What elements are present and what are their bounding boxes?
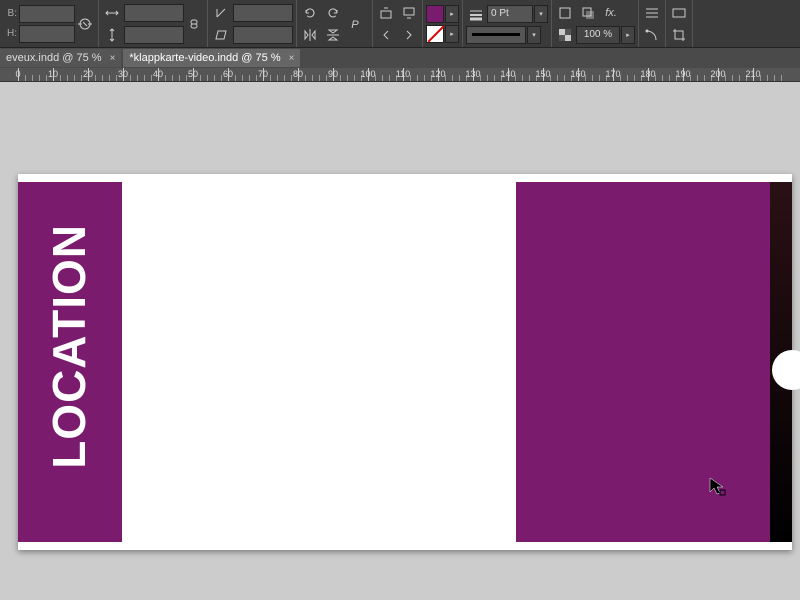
stroke-weight-icon [466, 4, 486, 24]
corner-options-icon[interactable] [642, 25, 662, 45]
document-tab[interactable]: eveux.indd @ 75 % × [0, 49, 121, 67]
ruler-tick-label: 70 [258, 69, 268, 79]
fill-dropdown[interactable]: ▸ [445, 5, 459, 23]
ruler-tick-label: 210 [745, 69, 760, 79]
ruler-tick-label: 50 [188, 69, 198, 79]
constrain-scale-icon[interactable] [184, 14, 204, 34]
height-label: H: [3, 28, 17, 39]
width-input[interactable] [19, 5, 75, 23]
ruler-tick-label: 130 [465, 69, 480, 79]
tab-label: *klappkarte-video.indd @ 75 % [129, 52, 280, 64]
ruler-tick-label: 10 [48, 69, 58, 79]
select-content-icon[interactable] [399, 3, 419, 23]
ruler-tick-label: 110 [396, 69, 410, 79]
shear-input[interactable] [233, 26, 293, 44]
ruler-tick-label: 40 [153, 69, 163, 79]
sidebar-title: LOCATION [42, 224, 96, 469]
width-label: B: [3, 8, 17, 19]
opacity-dropdown[interactable]: ▸ [621, 26, 635, 44]
ruler-tick-label: 140 [500, 69, 515, 79]
content-panel-right[interactable] [516, 182, 778, 542]
stroke-weight-input[interactable] [487, 5, 533, 23]
scale-x-icon [102, 3, 122, 23]
stroke-swatch-none[interactable] [426, 25, 444, 43]
text-wrap-icon[interactable] [642, 3, 662, 23]
svg-text:P: P [351, 19, 359, 31]
select-container-icon[interactable] [376, 3, 396, 23]
ruler-tick-label: 30 [118, 69, 128, 79]
sidebar-panel[interactable]: LOCATION [18, 182, 122, 542]
stroke-style-preview[interactable] [466, 26, 526, 44]
opacity-input[interactable] [576, 26, 620, 44]
ruler-tick-label: 200 [710, 69, 725, 79]
scale-y-input[interactable] [124, 26, 184, 44]
opacity-icon [555, 25, 575, 45]
ruler-tick-label: 190 [675, 69, 690, 79]
clear-transform-icon[interactable]: P [343, 14, 369, 34]
rotate-cw-icon[interactable] [323, 3, 343, 23]
flip-horizontal-icon[interactable] [300, 25, 320, 45]
horizontal-ruler[interactable]: 0 10 20 30 40 50 60 70 80 90 100 110 120 130 140 150 160… [0, 68, 800, 82]
select-next-icon[interactable] [399, 25, 419, 45]
ruler-tick-label: 120 [430, 69, 445, 79]
canvas[interactable]: LOCATION [0, 82, 800, 600]
shear-angle-icon [211, 25, 231, 45]
stroke-dropdown[interactable]: ▸ [445, 25, 459, 43]
scale-y-icon [102, 25, 122, 45]
ruler-tick-label: 60 [223, 69, 233, 79]
drop-shadow-icon[interactable] [578, 3, 598, 23]
close-icon[interactable]: × [289, 53, 295, 64]
effects-none-icon[interactable] [555, 3, 575, 23]
crop-icon[interactable] [669, 25, 689, 45]
control-panel: B: H: [0, 0, 800, 48]
rotate-ccw-icon[interactable] [300, 3, 320, 23]
ruler-tick-label: 80 [293, 69, 303, 79]
scale-x-input[interactable] [124, 4, 184, 22]
select-previous-icon[interactable] [376, 25, 396, 45]
ruler-tick-label: 90 [328, 69, 338, 79]
ruler-tick-label: 0 [15, 69, 20, 79]
ruler-tick-label: 180 [640, 69, 655, 79]
stroke-style-dropdown[interactable]: ▾ [527, 26, 541, 44]
rotate-angle-icon [211, 3, 231, 23]
image-frame[interactable] [770, 182, 792, 542]
stroke-weight-dropdown[interactable]: ▾ [534, 5, 548, 23]
ruler-tick-label: 170 [605, 69, 620, 79]
fit-frame-icon[interactable] [669, 3, 689, 23]
document-tabs: eveux.indd @ 75 % × *klappkarte-video.in… [0, 48, 800, 68]
rotate-input[interactable] [233, 4, 293, 22]
ruler-tick-label: 100 [360, 69, 375, 79]
flip-vertical-icon[interactable] [323, 25, 343, 45]
ruler-tick-label: 160 [570, 69, 585, 79]
image-highlight [772, 350, 800, 390]
constrain-proportions-icon[interactable] [75, 14, 95, 34]
close-icon[interactable]: × [110, 53, 116, 64]
fx-icon[interactable]: fx. [601, 3, 621, 23]
tab-label: eveux.indd @ 75 % [6, 52, 102, 64]
ruler-tick-label: 150 [535, 69, 550, 79]
document-tab[interactable]: *klappkarte-video.indd @ 75 % × [123, 49, 300, 67]
ruler-tick-label: 20 [83, 69, 93, 79]
fill-swatch[interactable] [426, 5, 444, 23]
height-input[interactable] [19, 25, 75, 43]
document-spread[interactable]: LOCATION [18, 174, 792, 550]
